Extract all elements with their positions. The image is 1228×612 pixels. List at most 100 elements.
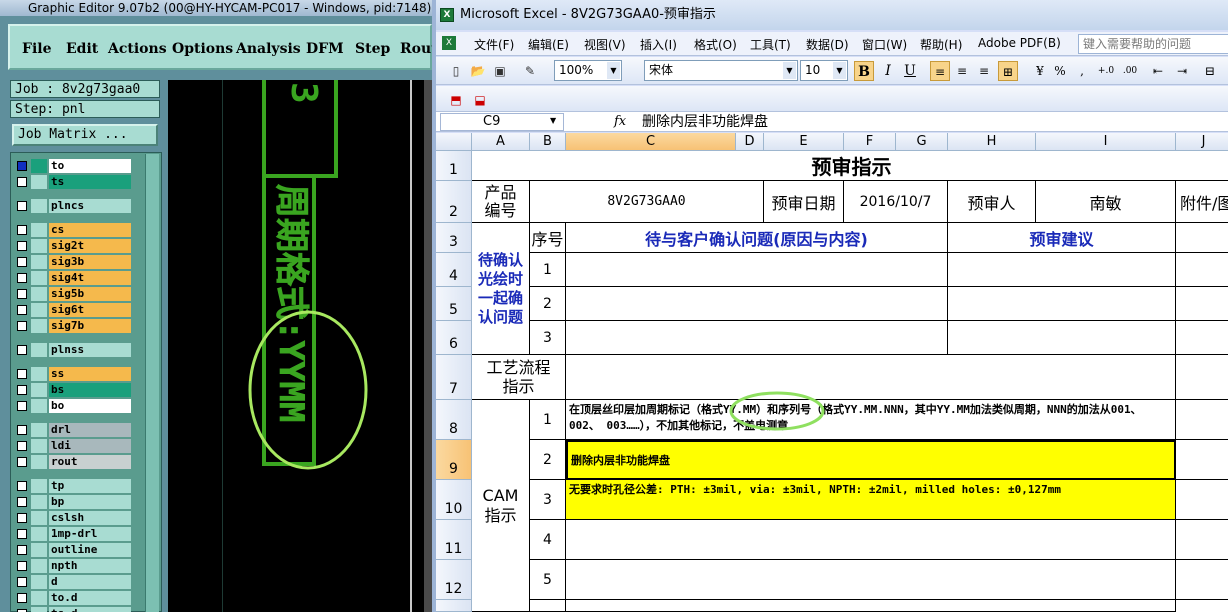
layer-affected-toggle[interactable] (31, 527, 47, 541)
seq-1[interactable]: 1 (530, 253, 566, 287)
product-no-label[interactable]: 产品 编号 (472, 181, 530, 223)
layer-checkbox[interactable] (17, 497, 27, 507)
row-header-13[interactable] (436, 600, 472, 612)
layer-affected-toggle[interactable] (31, 423, 47, 437)
menu-data[interactable]: 数据(D) (806, 36, 849, 53)
layer-checkbox[interactable] (17, 385, 27, 395)
font-select[interactable]: 宋体 ▼ (644, 60, 798, 81)
layer-checkbox[interactable] (17, 273, 27, 283)
underline-button[interactable]: U (900, 61, 920, 81)
layer-checkbox[interactable] (17, 241, 27, 251)
layer-checkbox[interactable] (17, 161, 27, 171)
decrease-decimal-icon[interactable]: .00 (1120, 61, 1140, 81)
review-date-value[interactable]: 2016/10/7 (844, 181, 948, 223)
layer-affected-toggle[interactable] (31, 383, 47, 397)
menu-options[interactable]: Options (172, 41, 233, 57)
cell-j9[interactable] (1176, 440, 1228, 480)
layer-checkbox[interactable] (17, 257, 27, 267)
menu-file[interactable]: 文件(F) (474, 36, 514, 53)
layer-row[interactable]: tp (15, 479, 133, 493)
layer-checkbox[interactable] (17, 289, 27, 299)
cam-no-1[interactable]: 1 (530, 400, 566, 440)
layer-affected-toggle[interactable] (31, 303, 47, 317)
cam-instruction-1[interactable]: 在顶层丝印层加周期标记（格式YY.MM）和序列号（格式YY.MM.NNN，其中Y… (566, 400, 1176, 440)
confirm-row-3[interactable] (566, 321, 948, 355)
cell-j12[interactable] (1176, 560, 1228, 600)
layer-row[interactable]: d (15, 575, 133, 589)
cam-no-3[interactable]: 3 (530, 480, 566, 520)
open-icon[interactable]: 📂 (470, 63, 486, 79)
cell-b13[interactable] (530, 600, 566, 612)
menu-insert[interactable]: 插入(I) (640, 36, 677, 53)
comma-icon[interactable]: , (1072, 61, 1092, 81)
layer-row[interactable]: ts (15, 175, 133, 189)
cell-j4[interactable] (1176, 253, 1228, 287)
zoom-select[interactable]: 100% ▼ (554, 60, 622, 81)
reviewer-value[interactable]: 南敏 (1036, 181, 1176, 223)
row-header-1[interactable]: 1 (436, 151, 472, 181)
layer-checkbox[interactable] (17, 345, 27, 355)
cam-label[interactable]: CAM 指示 (472, 400, 530, 612)
layer-row[interactable]: plncs (15, 199, 133, 213)
attachment-label[interactable]: 附件/图 (1176, 181, 1228, 223)
row-header-3[interactable]: 3 (436, 223, 472, 253)
cam-no-4[interactable]: 4 (530, 520, 566, 560)
column-header-g[interactable]: G (896, 133, 948, 151)
new-icon[interactable]: ▯ (448, 63, 464, 79)
layer-affected-toggle[interactable] (31, 439, 47, 453)
cell-j10[interactable] (1176, 480, 1228, 520)
menu-actions[interactable]: Actions (108, 41, 167, 57)
layer-affected-toggle[interactable] (31, 479, 47, 493)
align-right-icon[interactable]: ≡ (974, 61, 994, 81)
layer-row[interactable]: npth (15, 559, 133, 573)
layer-affected-toggle[interactable] (31, 343, 47, 357)
layer-checkbox[interactable] (17, 593, 27, 603)
menu-adobe-pdf[interactable]: Adobe PDF(B) (978, 36, 1061, 50)
row-header-11[interactable]: 11 (436, 520, 472, 560)
layer-checkbox[interactable] (17, 425, 27, 435)
menu-analysis[interactable]: Analysis (236, 41, 301, 57)
cam-no-2[interactable]: 2 (530, 440, 566, 480)
cell-j11[interactable] (1176, 520, 1228, 560)
layer-row[interactable]: ss (15, 367, 133, 381)
row-header-2[interactable]: 2 (436, 181, 472, 223)
product-no-value[interactable]: 8V2G73GAA0 (530, 181, 764, 223)
layer-checkbox[interactable] (17, 201, 27, 211)
layer-affected-toggle[interactable] (31, 199, 47, 213)
layer-checkbox[interactable] (17, 225, 27, 235)
layer-checkbox[interactable] (17, 457, 27, 467)
layer-row[interactable]: sig4t (15, 271, 133, 285)
layer-row[interactable]: ldi (15, 439, 133, 453)
suggestion-row-1[interactable] (948, 253, 1176, 287)
layer-checkbox[interactable] (17, 401, 27, 411)
layer-list-scrollbar[interactable] (145, 154, 159, 612)
layer-checkbox[interactable] (17, 177, 27, 187)
format-painter-icon[interactable]: ✎ (522, 63, 538, 79)
layer-row[interactable]: bs (15, 383, 133, 397)
menu-tools[interactable]: 工具(T) (750, 36, 791, 53)
confirm-header[interactable]: 待与客户确认问题(原因与内容) (566, 223, 948, 253)
save-icon[interactable]: ▣ (492, 63, 508, 79)
select-all-corner[interactable] (436, 133, 472, 151)
layer-affected-toggle[interactable] (31, 575, 47, 589)
layer-row[interactable]: sig3b (15, 255, 133, 269)
borders-icon[interactable]: ⊟ (1200, 61, 1220, 81)
menu-step[interactable]: Step (355, 41, 390, 57)
merge-center-icon[interactable]: ⊞ (998, 61, 1018, 81)
layer-affected-toggle[interactable] (31, 559, 47, 573)
layer-row[interactable]: outline (15, 543, 133, 557)
cell-c13[interactable] (566, 600, 1176, 612)
menu-window[interactable]: 窗口(W) (862, 36, 907, 53)
layer-row[interactable]: to.d (15, 591, 133, 605)
row-header-7[interactable]: 7 (436, 355, 472, 400)
cell-j3[interactable] (1176, 223, 1228, 253)
row-header-8[interactable]: 8 (436, 400, 472, 440)
layer-affected-toggle[interactable] (31, 319, 47, 333)
graphics-canvas[interactable]: 3 周期格式:YYMM (168, 74, 432, 612)
italic-button[interactable]: I (878, 61, 898, 81)
row-header-5[interactable]: 5 (436, 287, 472, 321)
column-header-h[interactable]: H (948, 133, 1036, 151)
layer-affected-toggle[interactable] (31, 455, 47, 469)
layer-row[interactable]: cs (15, 223, 133, 237)
layer-row[interactable]: drl (15, 423, 133, 437)
